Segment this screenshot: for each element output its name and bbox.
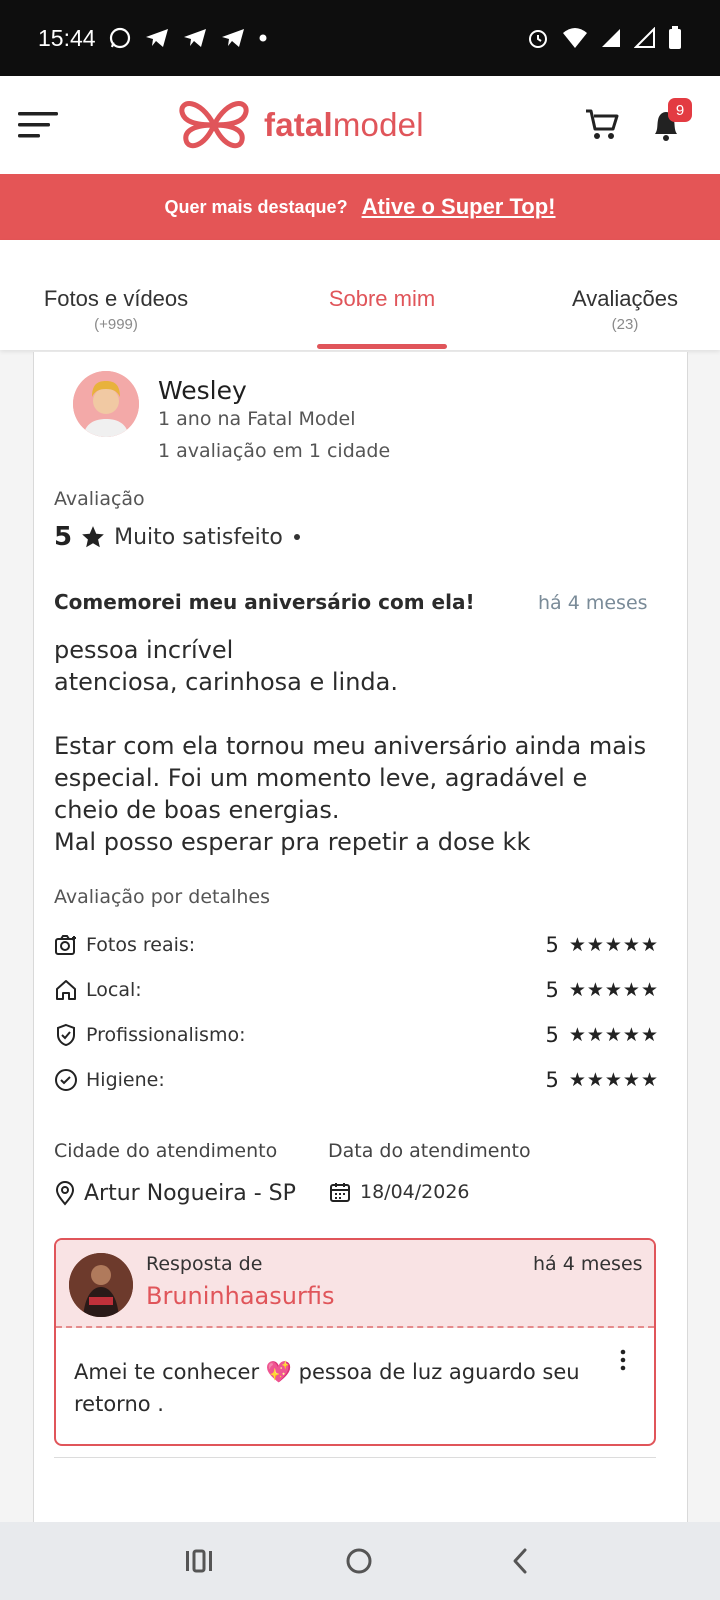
signal-icon <box>634 27 655 48</box>
butterfly-logo-icon <box>179 101 249 149</box>
status-right <box>526 26 682 50</box>
detail-stars: ★★★★★ <box>568 979 659 1001</box>
detail-score: 5 <box>545 978 559 1002</box>
reply-header: Resposta de Bruninhaasurfis há 4 meses <box>56 1240 654 1328</box>
star-icon <box>82 526 104 548</box>
dot-icon <box>259 34 267 42</box>
avatar <box>73 371 139 437</box>
detail-label: Local: <box>86 979 142 1001</box>
detail-stars: ★★★★★ <box>568 1069 659 1091</box>
tab-count: (23) <box>611 316 639 333</box>
status-left: 15:44 <box>38 25 268 52</box>
alarm-icon <box>529 30 547 48</box>
promo-text: Quer mais destaque? <box>164 196 348 217</box>
app-header: fatalmodel 9 <box>0 76 720 174</box>
detail-stars: ★★★★★ <box>568 1024 659 1046</box>
city-value: Artur Nogueira - SP <box>84 1180 296 1206</box>
camera-icon <box>55 935 76 955</box>
cart-icon[interactable] <box>584 106 620 142</box>
tab-label: Sobre mim <box>328 286 436 311</box>
recent-apps-icon[interactable] <box>184 1546 214 1576</box>
review-time: há 4 meses <box>538 592 648 614</box>
promo-banner: Quer mais destaque? Ative o Super Top! <box>0 174 720 240</box>
reviewer-tenure: 1 ano na Fatal Model <box>158 408 356 430</box>
reply-box: Resposta de Bruninhaasurfis há 4 meses A… <box>54 1238 656 1446</box>
reply-avatar-photo <box>69 1253 133 1317</box>
tab-label: Avaliações <box>572 286 678 311</box>
detail-score: 5 <box>545 933 559 957</box>
map-pin-icon <box>55 1181 75 1206</box>
rating-value: 5 <box>54 522 73 552</box>
detail-row-fotos-reais: Fotos reais: 5 ★★★★★ <box>54 930 659 960</box>
tab-bar: Fotos e vídeos (+999) Sobre mim Avaliaçõ… <box>0 240 720 350</box>
review-title: Comemorei meu aniversário com ela! <box>54 590 475 614</box>
detail-row-local: Local: 5 ★★★★★ <box>54 975 659 1005</box>
details-label: Avaliação por detalhes <box>54 886 271 908</box>
reply-avatar[interactable] <box>69 1253 133 1317</box>
active-tab-indicator <box>317 344 447 349</box>
reply-body: Amei te conhecer 💖 pessoa de luz aguardo… <box>74 1360 580 1416</box>
logo-text: fatalmodel <box>264 106 424 143</box>
detail-row-profissionalismo: Profissionalismo: 5 ★★★★★ <box>54 1020 659 1050</box>
reply-from-label: Resposta de <box>146 1253 263 1275</box>
detail-row-higiene: Higiene: 5 ★★★★★ <box>54 1065 659 1095</box>
city-value-row: Artur Nogueira - SP <box>54 1180 296 1206</box>
review-body: pessoa incrível atenciosa, carinhosa e l… <box>54 636 647 856</box>
system-nav-bar <box>0 1522 720 1600</box>
battery-icon <box>669 26 681 49</box>
logo[interactable]: fatalmodel <box>178 98 424 152</box>
date-value-row: 18/04/2026 <box>328 1180 470 1204</box>
detail-score: 5 <box>545 1068 559 1092</box>
signal-icon <box>602 29 620 47</box>
telegram-icon <box>145 29 168 47</box>
review-card: Wesley 1 ano na Fatal Model 1 avaliação … <box>33 352 688 1532</box>
divider <box>54 1457 656 1458</box>
reviewer-name: Wesley <box>158 376 247 405</box>
rating-text: Muito satisfeito <box>114 524 283 550</box>
tab-count: (+999) <box>94 316 138 333</box>
notification-badge: 9 <box>668 98 692 122</box>
telegram-icon <box>183 29 206 47</box>
reply-time: há 4 meses <box>533 1253 643 1275</box>
tab-about-me[interactable]: Sobre mim <box>312 286 452 312</box>
tab-reviews[interactable]: Avaliações (23) <box>560 286 690 333</box>
detail-label: Profissionalismo: <box>86 1024 246 1046</box>
date-label: Data do atendimento <box>328 1140 531 1162</box>
date-value: 18/04/2026 <box>360 1181 470 1203</box>
tab-label: Fotos e vídeos <box>43 286 189 311</box>
detail-score: 5 <box>545 1023 559 1047</box>
rating-label: Avaliação <box>54 488 145 510</box>
status-bar: 15:44 <box>0 0 720 76</box>
tab-photos-videos[interactable]: Fotos e vídeos (+999) <box>32 286 200 333</box>
status-time: 15:44 <box>38 24 96 51</box>
detail-label: Fotos reais: <box>86 934 196 956</box>
calendar-icon <box>330 1183 350 1202</box>
wifi-icon <box>563 28 587 48</box>
city-label: Cidade do atendimento <box>54 1140 278 1162</box>
telegram-icon <box>221 29 244 47</box>
detail-stars: ★★★★★ <box>568 934 659 956</box>
reply-author-name[interactable]: Bruninhaasurfis <box>146 1282 334 1310</box>
rating-row: 5 Muito satisfeito <box>54 522 303 552</box>
back-icon[interactable] <box>506 1546 536 1576</box>
check-circle-icon <box>55 1069 77 1091</box>
super-top-link[interactable]: Ative o Super Top! <box>362 194 556 220</box>
home-icon <box>56 980 76 1000</box>
shield-check-icon <box>57 1023 75 1047</box>
home-button-icon[interactable] <box>344 1546 374 1576</box>
dot-icon <box>293 534 300 540</box>
detail-label: Higiene: <box>86 1069 165 1091</box>
whatsapp-icon <box>109 27 130 49</box>
more-options-icon[interactable] <box>616 1348 630 1372</box>
reviewer-stats: 1 avaliação em 1 cidade <box>158 440 391 462</box>
user-avatar-illustration <box>73 371 139 437</box>
menu-icon[interactable] <box>18 108 60 142</box>
